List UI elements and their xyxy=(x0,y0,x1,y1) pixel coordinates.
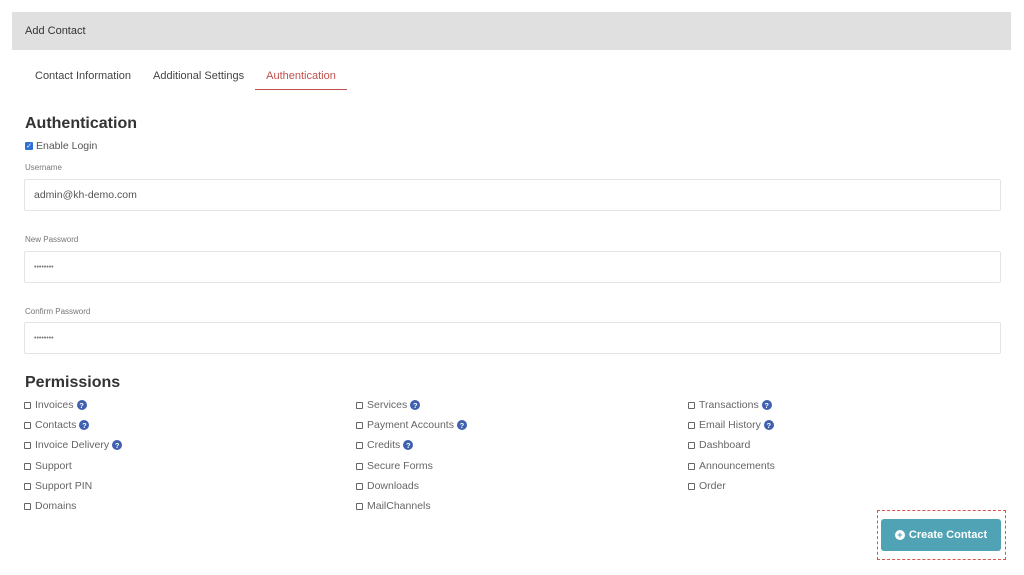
checkbox[interactable] xyxy=(24,482,31,490)
permissions-heading: Permissions xyxy=(25,374,121,391)
new-password-value: •••••••• xyxy=(34,263,54,271)
checkbox-checked-icon[interactable]: ✓ xyxy=(25,142,33,150)
help-icon[interactable]: ? xyxy=(456,420,467,430)
permission-contacts[interactable]: Contacts ? xyxy=(24,419,90,431)
permission-invoices[interactable]: Invoices ? xyxy=(24,399,87,411)
help-icon[interactable]: ? xyxy=(76,400,87,410)
create-contact-label: Create Contact xyxy=(908,529,988,541)
username-label: Username xyxy=(25,163,62,172)
permission-label: Domains xyxy=(35,500,77,512)
checkbox[interactable] xyxy=(688,441,695,449)
new-password-label: New Password xyxy=(25,235,79,244)
permission-label: Downloads xyxy=(367,480,419,492)
permission-downloads[interactable]: Downloads xyxy=(356,480,419,492)
create-contact-button[interactable]: + Create Contact xyxy=(881,519,1001,551)
tab-contact-information[interactable]: Contact Information xyxy=(24,62,142,90)
checkbox[interactable] xyxy=(24,462,31,470)
permission-announcements[interactable]: Announcements xyxy=(688,460,775,472)
plus-circle-icon: + xyxy=(894,530,905,540)
checkbox[interactable] xyxy=(688,462,695,470)
confirm-password-value: •••••••• xyxy=(34,334,54,342)
permission-support-pin[interactable]: Support PIN xyxy=(24,480,92,492)
panel-title: Add Contact xyxy=(25,25,86,37)
permission-credits[interactable]: Credits ? xyxy=(356,439,414,451)
permission-domains[interactable]: Domains xyxy=(24,500,76,512)
permission-transactions[interactable]: Transactions ? xyxy=(688,399,772,411)
permission-label: Invoices xyxy=(35,399,74,411)
permission-secure-forms[interactable]: Secure Forms xyxy=(356,460,433,472)
checkbox[interactable] xyxy=(688,401,695,409)
help-icon[interactable]: ? xyxy=(112,440,123,450)
permission-email-history[interactable]: Email History ? xyxy=(688,419,774,431)
checkbox[interactable] xyxy=(356,482,363,490)
checkbox[interactable] xyxy=(24,441,31,449)
permission-support[interactable]: Support xyxy=(24,460,72,472)
checkbox[interactable] xyxy=(688,482,695,490)
username-field[interactable]: admin@kh-demo.com xyxy=(24,179,1001,211)
permission-label: Payment Accounts xyxy=(367,419,454,431)
permission-order[interactable]: Order xyxy=(688,480,726,492)
help-icon[interactable]: ? xyxy=(761,400,772,410)
checkbox[interactable] xyxy=(356,401,363,409)
help-icon[interactable]: ? xyxy=(410,400,421,410)
tab-additional-settings[interactable]: Additional Settings xyxy=(142,62,255,90)
permission-label: Dashboard xyxy=(699,439,751,451)
checkbox[interactable] xyxy=(24,401,31,409)
checkbox[interactable] xyxy=(356,502,363,510)
checkbox[interactable] xyxy=(356,421,363,429)
tab-authentication[interactable]: Authentication xyxy=(255,62,347,90)
authentication-heading: Authentication xyxy=(25,115,137,132)
permission-label: Contacts xyxy=(35,419,77,431)
checkbox[interactable] xyxy=(24,502,31,510)
enable-login-label: Enable Login xyxy=(36,140,98,152)
permission-invoice-delivery[interactable]: Invoice Delivery ? xyxy=(24,439,123,451)
permission-label: MailChannels xyxy=(367,500,431,512)
checkbox[interactable] xyxy=(356,462,363,470)
permission-label: Order xyxy=(699,480,726,492)
panel-header: Add Contact xyxy=(12,12,1011,50)
confirm-password-label: Confirm Password xyxy=(25,307,91,316)
help-icon[interactable]: ? xyxy=(403,440,414,450)
checkbox[interactable] xyxy=(356,441,363,449)
new-password-field[interactable]: •••••••• xyxy=(24,251,1001,283)
username-value: admin@kh-demo.com xyxy=(34,189,137,201)
permission-dashboard[interactable]: Dashboard xyxy=(688,439,750,451)
permission-label: Support PIN xyxy=(35,480,93,492)
permission-label: Announcements xyxy=(699,460,775,472)
permission-label: Credits xyxy=(367,439,401,451)
permission-label: Services xyxy=(367,399,408,411)
permission-label: Support xyxy=(35,460,72,472)
checkbox[interactable] xyxy=(24,421,31,429)
confirm-password-field[interactable]: •••••••• xyxy=(24,322,1001,354)
permission-label: Invoice Delivery xyxy=(35,439,110,451)
permission-label: Secure Forms xyxy=(367,460,433,472)
permission-services[interactable]: Services ? xyxy=(356,399,421,411)
permission-mailchannels[interactable]: MailChannels xyxy=(356,500,431,512)
checkbox[interactable] xyxy=(688,421,695,429)
tab-bar: Contact Information Additional Settings … xyxy=(24,62,347,90)
permission-payment-accounts[interactable]: Payment Accounts ? xyxy=(356,419,467,431)
help-icon[interactable]: ? xyxy=(79,420,90,430)
enable-login-checkbox[interactable]: ✓ Enable Login xyxy=(25,140,97,152)
permission-label: Email History xyxy=(699,419,761,431)
help-icon[interactable]: ? xyxy=(763,420,774,430)
permission-label: Transactions xyxy=(699,399,759,411)
